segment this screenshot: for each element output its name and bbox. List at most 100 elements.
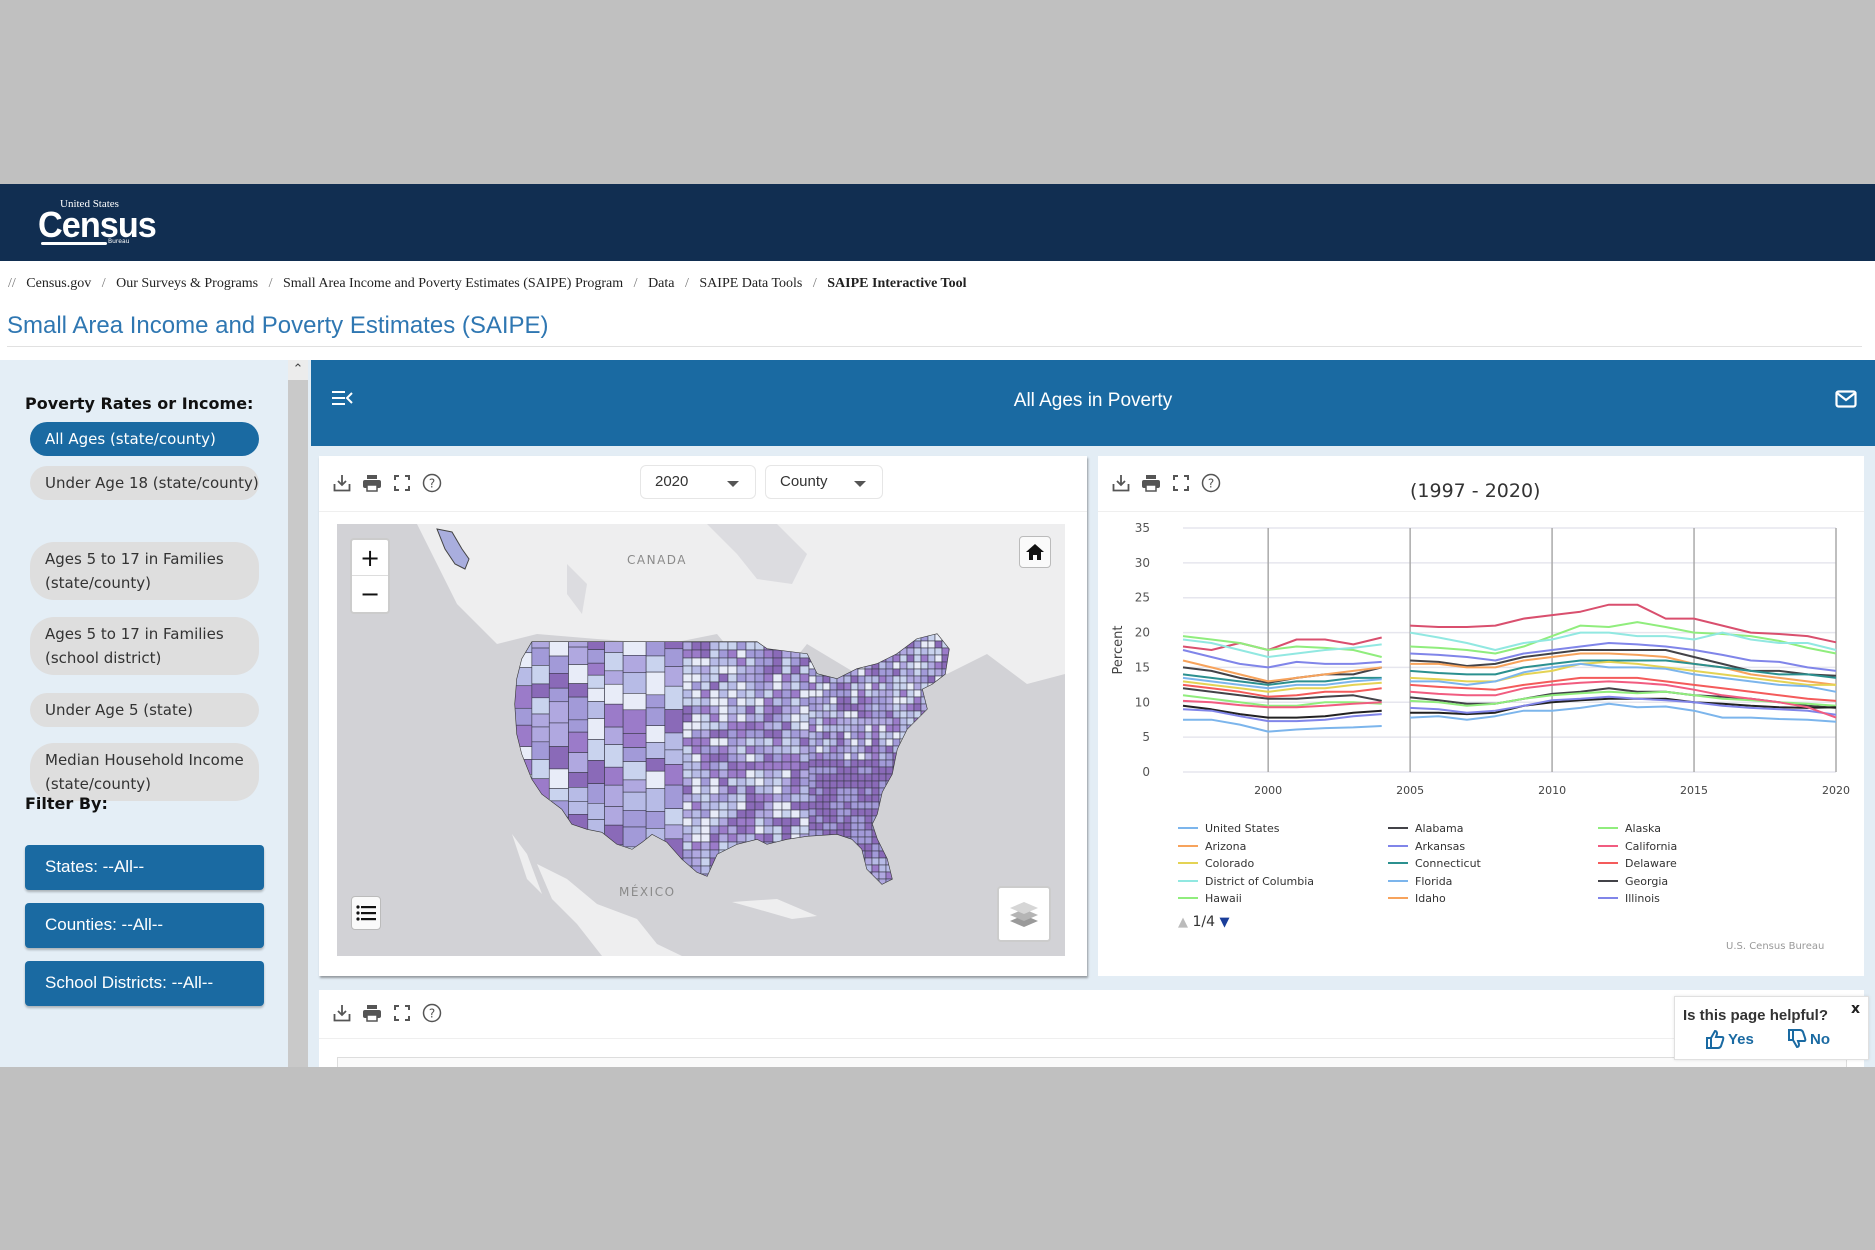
county-shape[interactable] <box>822 689 831 698</box>
county-shape[interactable] <box>829 850 838 859</box>
county-shape[interactable] <box>604 766 624 786</box>
county-shape[interactable] <box>799 777 810 787</box>
county-shape[interactable] <box>736 665 747 675</box>
county-shape[interactable] <box>718 729 729 739</box>
county-shape[interactable] <box>727 697 738 707</box>
county-shape[interactable] <box>727 881 738 890</box>
county-shape[interactable] <box>604 806 624 826</box>
county-shape[interactable] <box>948 717 956 726</box>
filter-states-button[interactable]: States: --All-- <box>25 845 264 890</box>
county-shape[interactable] <box>754 721 765 731</box>
county-shape[interactable] <box>892 857 901 866</box>
county-shape[interactable] <box>548 768 569 789</box>
county-shape[interactable] <box>836 682 845 691</box>
county-shape[interactable] <box>763 785 774 795</box>
county-shape[interactable] <box>763 721 774 731</box>
county-shape[interactable] <box>941 675 949 684</box>
county-shape[interactable] <box>899 773 908 782</box>
county-shape[interactable] <box>941 724 949 733</box>
county-shape[interactable] <box>727 801 738 811</box>
county-shape[interactable] <box>885 801 894 810</box>
county-shape[interactable] <box>906 710 915 719</box>
county-shape[interactable] <box>829 759 838 768</box>
county-shape[interactable] <box>709 713 720 723</box>
county-shape[interactable] <box>700 657 711 667</box>
county-shape[interactable] <box>622 733 647 748</box>
county-shape[interactable] <box>718 713 729 723</box>
county-shape[interactable] <box>906 654 915 663</box>
county-shape[interactable] <box>850 829 859 838</box>
county-shape[interactable] <box>709 745 720 755</box>
county-shape[interactable] <box>850 731 859 740</box>
county-shape[interactable] <box>682 745 693 755</box>
county-shape[interactable] <box>934 815 943 824</box>
county-shape[interactable] <box>934 871 943 880</box>
county-shape[interactable] <box>892 836 901 845</box>
county-shape[interactable] <box>736 681 747 691</box>
county-shape[interactable] <box>736 873 747 883</box>
county-shape[interactable] <box>864 703 873 712</box>
county-shape[interactable] <box>727 649 738 659</box>
county-shape[interactable] <box>935 886 942 893</box>
county-shape[interactable] <box>727 705 738 715</box>
county-shape[interactable] <box>772 785 783 795</box>
county-shape[interactable] <box>927 696 936 705</box>
county-shape[interactable] <box>718 865 729 875</box>
county-shape[interactable] <box>913 654 922 663</box>
county-shape[interactable] <box>829 822 838 831</box>
county-shape[interactable] <box>927 689 936 698</box>
county-shape[interactable] <box>682 673 693 683</box>
county-shape[interactable] <box>927 773 936 782</box>
county-shape[interactable] <box>700 737 711 747</box>
county-shape[interactable] <box>878 731 887 740</box>
county-shape[interactable] <box>587 870 605 890</box>
county-shape[interactable] <box>682 785 693 795</box>
county-shape[interactable] <box>836 801 845 810</box>
county-shape[interactable] <box>948 724 956 733</box>
county-shape[interactable] <box>836 878 845 886</box>
county-shape[interactable] <box>920 640 929 649</box>
county-shape[interactable] <box>772 857 783 867</box>
county-shape[interactable] <box>948 864 956 873</box>
county-shape[interactable] <box>836 710 845 719</box>
option-ages-5-17-state-county[interactable]: Ages 5 to 17 in Families (state/county) <box>30 542 259 600</box>
county-shape[interactable] <box>709 825 720 835</box>
county-shape[interactable] <box>948 731 956 740</box>
county-shape[interactable] <box>941 703 949 712</box>
county-shape[interactable] <box>872 886 879 893</box>
county-shape[interactable] <box>799 809 810 819</box>
county-shape[interactable] <box>512 746 533 760</box>
county-shape[interactable] <box>934 766 943 775</box>
county-shape[interactable] <box>836 829 845 838</box>
county-shape[interactable] <box>568 664 589 684</box>
county-shape[interactable] <box>948 689 956 698</box>
county-shape[interactable] <box>763 737 774 747</box>
county-shape[interactable] <box>718 697 729 707</box>
county-shape[interactable] <box>829 780 838 789</box>
county-shape[interactable] <box>790 857 801 867</box>
county-shape[interactable] <box>843 724 852 733</box>
county-shape[interactable] <box>843 710 852 719</box>
county-shape[interactable] <box>885 829 894 838</box>
county-shape[interactable] <box>857 878 866 886</box>
county-shape[interactable] <box>781 673 792 683</box>
county-shape[interactable] <box>878 857 887 866</box>
county-shape[interactable] <box>878 836 887 845</box>
county-shape[interactable] <box>892 710 901 719</box>
county-shape[interactable] <box>850 752 859 761</box>
county-shape[interactable] <box>850 864 859 873</box>
county-shape[interactable] <box>920 787 929 796</box>
county-shape[interactable] <box>548 655 569 674</box>
county-shape[interactable] <box>864 843 873 852</box>
county-shape[interactable] <box>727 873 738 883</box>
county-shape[interactable] <box>864 780 873 789</box>
county-shape[interactable] <box>682 641 693 651</box>
county-shape[interactable] <box>920 850 929 859</box>
county-shape[interactable] <box>836 864 845 873</box>
help-icon[interactable]: ? <box>1200 472 1222 494</box>
county-shape[interactable] <box>745 665 756 675</box>
county-shape[interactable] <box>754 873 765 883</box>
county-shape[interactable] <box>857 703 866 712</box>
county-shape[interactable] <box>906 794 915 803</box>
county-shape[interactable] <box>836 871 845 880</box>
